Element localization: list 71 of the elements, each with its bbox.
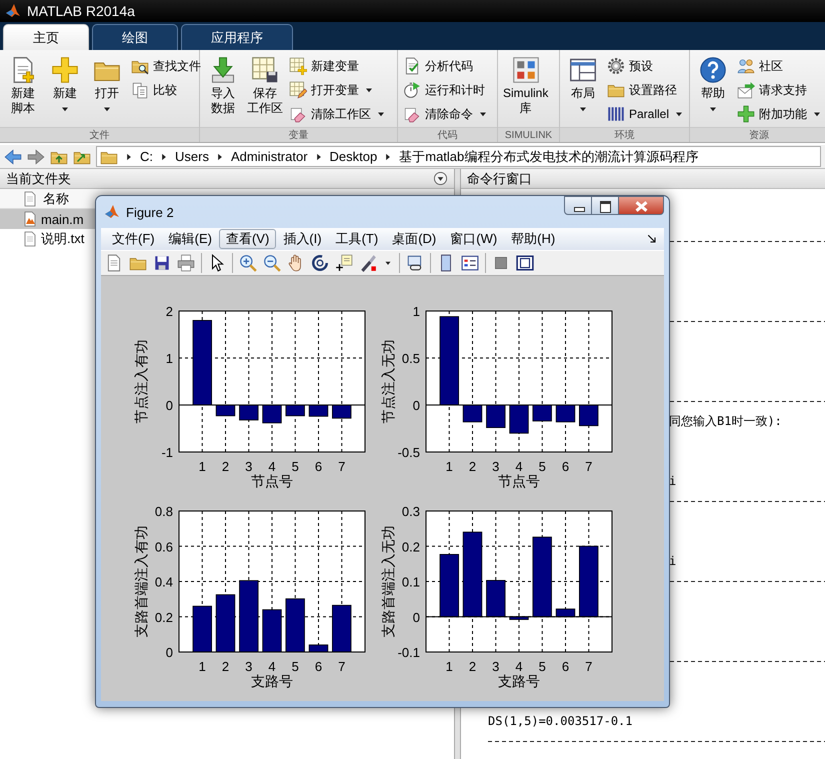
tick-label: 1 — [198, 459, 206, 474]
tick-label: 4 — [268, 459, 276, 474]
group-label: 变量 — [288, 128, 308, 142]
tick-label: 5 — [292, 459, 299, 474]
console-text: 同您输入B1时一致): — [669, 412, 782, 430]
window-title: MATLAB R2014a — [27, 3, 135, 19]
axis-title: 节点号 — [498, 473, 540, 489]
tick-label: 1 — [446, 459, 453, 474]
axis-title: 支路号 — [251, 673, 293, 689]
group-label: SIMULINK — [504, 128, 552, 142]
tick-label: 0.1 — [402, 574, 420, 590]
tick-label: 3 — [245, 459, 252, 474]
tick-label: 3 — [245, 659, 252, 674]
tick-label: 2 — [166, 304, 173, 319]
tick-label: 0.6 — [154, 539, 173, 554]
group-label: 文件 — [90, 128, 110, 142]
axis-title: 支路首端注入无功 — [380, 526, 396, 638]
tick-label: 7 — [338, 459, 346, 474]
tick-label: 7 — [338, 659, 346, 674]
tick-label: 3 — [492, 459, 500, 474]
tick-label: 6 — [562, 459, 570, 474]
tick-label: 0.3 — [402, 504, 420, 519]
tick-label: 1 — [198, 659, 206, 674]
axis-title: 支路号 — [498, 673, 540, 689]
tick-label: 5 — [538, 659, 546, 674]
tick-label: 5 — [538, 459, 546, 474]
console-text: i — [669, 474, 676, 488]
tick-label: 0 — [412, 398, 420, 413]
file-name: main.m — [41, 212, 84, 226]
column-label: 名称 — [43, 190, 69, 208]
panel-title: 当前文件夹 — [6, 170, 71, 188]
tick-label: 0.4 — [154, 574, 173, 590]
tick-label: 0 — [412, 610, 420, 625]
tick-label: 2 — [468, 459, 476, 474]
tick-label: 7 — [585, 659, 592, 674]
tick-label: 1 — [166, 351, 173, 366]
window-title: Figure 2 — [126, 204, 174, 220]
tick-label: 0 — [166, 645, 173, 660]
console-text: DS(1,5)=0.003517-0.1 — [488, 714, 632, 728]
group-label: 环境 — [614, 128, 634, 142]
tick-label: 6 — [314, 659, 322, 674]
tick-label: 0 — [166, 398, 173, 413]
tick-label: 5 — [292, 659, 299, 674]
tick-label: 2 — [222, 659, 230, 674]
tick-label: 0.2 — [154, 610, 173, 625]
group-label: 代码 — [438, 128, 458, 142]
tick-label: 4 — [515, 459, 523, 474]
tick-label: 3 — [492, 659, 500, 674]
tick-label: 0.8 — [154, 504, 173, 519]
axis-title: 支路首端注入有功 — [133, 526, 149, 638]
tick-label: 1 — [446, 659, 453, 674]
axis-title: 节点号 — [251, 473, 293, 489]
tick-label: 6 — [314, 459, 322, 474]
tick-label: -0.5 — [398, 445, 420, 460]
tick-label: 0.5 — [402, 351, 420, 366]
tick-label: 6 — [562, 659, 570, 674]
tick-label: 7 — [585, 459, 592, 474]
tick-label: -1 — [161, 445, 173, 460]
tick-label: 2 — [468, 659, 476, 674]
tick-label: 4 — [268, 659, 276, 674]
tick-label: 1 — [412, 304, 420, 319]
tick-label: 2 — [222, 459, 230, 474]
axis-title: 节点注入有功 — [133, 340, 149, 424]
console-text: i — [669, 554, 676, 568]
panel-title: 命令行窗口 — [467, 170, 532, 188]
tick-label: 4 — [515, 659, 523, 674]
file-name: 说明.txt — [41, 230, 84, 248]
tick-label: 0.2 — [402, 539, 420, 554]
axis-title: 节点注入无功 — [380, 340, 396, 424]
tick-label: -0.1 — [398, 645, 420, 660]
group-label: 资源 — [749, 128, 769, 142]
